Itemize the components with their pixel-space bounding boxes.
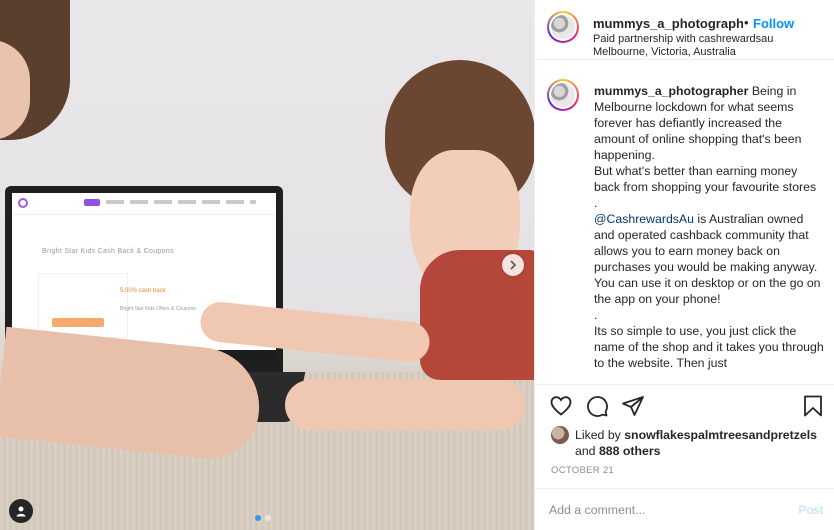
tagged-users-button[interactable]	[9, 499, 33, 523]
likes-count[interactable]: 888 others	[599, 444, 661, 458]
share-icon	[622, 396, 644, 416]
carousel-indicator	[255, 515, 271, 521]
share-button[interactable]	[621, 394, 647, 420]
post-date[interactable]: OCTOBER 21	[551, 465, 614, 476]
store-card	[38, 273, 128, 338]
carousel-dot-2	[265, 515, 271, 521]
likes-mid: and	[575, 444, 599, 458]
username-link[interactable]: mummys_a_photographer	[593, 16, 743, 31]
profile-picture	[551, 15, 575, 39]
location-link[interactable]: Melbourne, Victoria, Australia	[593, 46, 736, 58]
caption-line: Its so simple to use, you just click the…	[594, 324, 824, 370]
comment-input[interactable]	[549, 500, 779, 520]
site-nav	[106, 200, 256, 204]
cashback-rate: 5.00% cash back	[120, 288, 166, 294]
chevron-right-icon	[510, 260, 517, 270]
caption-username[interactable]: mummys_a_photographer	[594, 84, 748, 98]
caption-line: is Australian owned and operated cashbac…	[594, 212, 821, 306]
liker-username[interactable]: snowflakespalmtreesandpretzels	[624, 428, 817, 442]
like-button[interactable]	[549, 394, 575, 420]
post-photo[interactable]: Bright Star Kids Cash Back & Coupons 5.0…	[0, 0, 534, 530]
user-tag-icon	[16, 506, 26, 517]
caption-avatar[interactable]	[547, 79, 579, 111]
caption-dot: .	[594, 196, 598, 210]
save-button[interactable]	[801, 394, 827, 420]
profile-picture	[551, 83, 575, 107]
child-hand	[285, 380, 525, 430]
carousel-dot-1	[255, 515, 261, 521]
comment-icon	[587, 396, 608, 417]
offers-heading: Bright Star Kids Offers & Coupons	[120, 306, 196, 312]
paid-partnership-label[interactable]: Paid partnership with cashrewardsau	[593, 33, 773, 45]
site-logo-icon	[18, 198, 28, 208]
likes-prefix: Liked by	[575, 428, 625, 442]
next-photo-button[interactable]	[502, 254, 524, 276]
follow-button[interactable]: Follow	[753, 16, 794, 31]
store-page-title: Bright Star Kids Cash Back & Coupons	[42, 248, 174, 255]
avatar[interactable]	[547, 11, 579, 43]
mention-link[interactable]: @CashrewardsAu	[594, 212, 694, 226]
post-header: mummys_a_photographer • Follow Paid part…	[535, 0, 834, 60]
caption-scroll-area[interactable]: mummys_a_photographer Being in Melbourne…	[535, 61, 834, 383]
bookmark-icon	[804, 395, 822, 417]
shop-now-button	[52, 318, 104, 327]
comment-form: Post	[535, 488, 834, 530]
site-header	[12, 193, 276, 215]
separator: •	[744, 15, 749, 30]
action-bar	[535, 384, 834, 428]
caption-dot: .	[594, 308, 598, 322]
heart-icon	[550, 396, 572, 416]
caption: mummys_a_photographer Being in Melbourne…	[594, 83, 824, 371]
likes-text: Liked by snowflakespalmtreesandpretzels …	[575, 427, 834, 459]
caption-line: But what's better than earning money bac…	[594, 164, 817, 194]
post-comment-button[interactable]: Post	[798, 503, 823, 517]
post-sidebar: mummys_a_photographer • Follow Paid part…	[534, 0, 834, 530]
site-search-button	[84, 199, 100, 206]
liker-avatar[interactable]	[551, 426, 569, 444]
comment-button[interactable]	[585, 394, 611, 420]
